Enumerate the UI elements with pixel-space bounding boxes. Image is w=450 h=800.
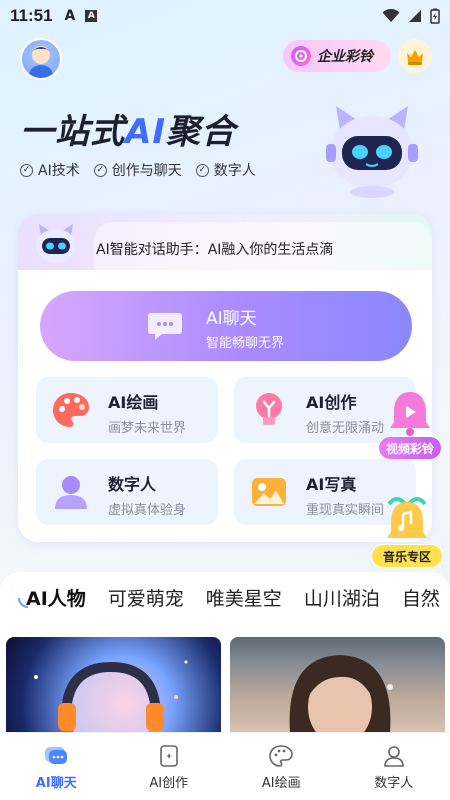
music-zone-float-button[interactable]: 音乐专区 <box>369 494 445 572</box>
status-bar: 11:51 A A <box>0 0 450 32</box>
category-tab-cute-pets[interactable]: 可爱萌宠 <box>97 584 195 614</box>
wifi-icon <box>382 9 400 22</box>
status-icons <box>382 8 440 24</box>
notification-app-icon: A <box>64 8 76 24</box>
music-bell-gift-icon <box>387 497 427 538</box>
hero-title-prefix: 一站式 <box>20 112 125 152</box>
hero-title-ai: AI <box>125 112 166 152</box>
check-circle-icon: ✓ <box>20 163 33 177</box>
tab-ai-chat[interactable]: AI聊天 <box>0 733 113 800</box>
notification-app-icon-2: A <box>85 10 98 22</box>
category-tab-ai-people[interactable]: AI人物 ✦ <box>0 584 97 614</box>
gallery-thumbnail-woman-portrait[interactable] <box>230 637 445 733</box>
music-zone-label: 音乐专区 <box>371 544 443 568</box>
feature-item: ✓ 数字人 <box>195 160 256 180</box>
avatar-person-icon <box>28 46 54 78</box>
ringtone-disc-icon <box>291 46 311 66</box>
tile-title: AI创作 <box>306 393 357 412</box>
tab-ai-drawing[interactable]: AI绘画 <box>225 733 338 800</box>
battery-icon <box>430 8 440 24</box>
tile-subtitle: 画梦未来世界 <box>108 421 187 436</box>
tab-label: 数字人 <box>374 776 414 791</box>
user-avatar[interactable] <box>20 38 62 80</box>
bell-video-icon <box>390 392 430 436</box>
category-tab-nature[interactable]: 自然 <box>391 584 450 614</box>
tab-digital-human[interactable]: 数字人 <box>338 733 450 800</box>
tab-ai-creation[interactable]: AI创作 <box>113 733 226 800</box>
category-tab-label: AI人物 <box>26 588 86 610</box>
sparkle-icon: ✦ <box>63 584 71 585</box>
ai-drawing-tile[interactable]: AI绘画 画梦未来世界 <box>36 377 218 443</box>
video-ringtone-float-button[interactable]: 视频彩铃 <box>378 388 442 462</box>
tile-subtitle: 虚拟真体验身 <box>108 503 187 518</box>
digital-person-icon <box>55 476 87 509</box>
person-icon <box>383 746 404 767</box>
palette-icon <box>269 745 294 767</box>
create-card-icon <box>159 745 178 767</box>
crown-icon <box>407 50 423 65</box>
feature-label: 数字人 <box>213 163 256 179</box>
category-tab-mountains-lakes[interactable]: 山川湖泊 <box>293 584 391 614</box>
signal-icon <box>409 10 421 22</box>
tab-label: AI绘画 <box>261 776 301 791</box>
chat-bubble-icon <box>148 313 182 340</box>
digital-human-tile[interactable]: 数字人 虚拟真体验身 <box>36 459 218 525</box>
gallery-thumbnail-anime-girl[interactable] <box>6 637 221 733</box>
chat-bubble-icon <box>45 747 68 764</box>
feature-item: ✓ 创作与聊天 <box>93 160 182 180</box>
tab-label: AI创作 <box>149 776 189 791</box>
feature-item: ✓ AI技术 <box>20 160 80 180</box>
membership-crown-button[interactable] <box>398 39 432 73</box>
photo-icon <box>252 478 286 506</box>
bottom-tab-bar: AI聊天 AI创作 AI绘画 数字人 <box>0 732 450 800</box>
feature-label: 创作与聊天 <box>111 163 182 179</box>
woman-portrait-image <box>289 655 393 733</box>
feature-label: AI技术 <box>38 163 80 179</box>
enterprise-ringtone-button[interactable]: 企业彩铃 <box>283 40 391 72</box>
ai-chat-title: AI聊天 <box>206 309 257 329</box>
lightbulb-icon <box>256 393 282 425</box>
tile-subtitle: 创意无限涌动 <box>306 421 385 436</box>
check-circle-icon: ✓ <box>93 163 107 177</box>
ai-chat-subtitle: 智能畅聊无界 <box>206 336 285 351</box>
tab-swoosh-icon <box>18 598 28 608</box>
tab-label: AI聊天 <box>35 776 77 791</box>
tile-title: AI写真 <box>306 475 357 494</box>
enterprise-ringtone-label: 企业彩铃 <box>317 49 373 65</box>
video-ringtone-label: 视频彩铃 <box>378 436 442 460</box>
hero-title: 一站式AI聚合 <box>20 104 236 153</box>
tile-title: AI绘画 <box>108 393 159 412</box>
hero-title-suffix: 聚合 <box>165 112 236 152</box>
palette-icon <box>53 393 89 427</box>
status-time: 11:51 <box>10 6 53 25</box>
robot-cat-mascot-icon <box>326 106 418 198</box>
assistant-robot-icon <box>36 224 76 263</box>
anime-girl-headphones-image <box>34 660 188 733</box>
check-circle-icon: ✓ <box>195 163 209 177</box>
category-tab-starry-sky[interactable]: 唯美星空 <box>195 584 293 614</box>
feature-list: ✓ AI技术 ✓ 创作与聊天 ✓ 数字人 <box>20 160 256 180</box>
assistant-text: AI智能对话助手：AI融入你的生活点滴 <box>96 242 334 258</box>
ai-chat-button[interactable]: AI聊天 智能畅聊无界 <box>40 291 412 361</box>
tile-title: 数字人 <box>108 475 157 494</box>
category-tabs: AI人物 ✦ 可爱萌宠 唯美星空 山川湖泊 自然 <box>0 584 450 614</box>
